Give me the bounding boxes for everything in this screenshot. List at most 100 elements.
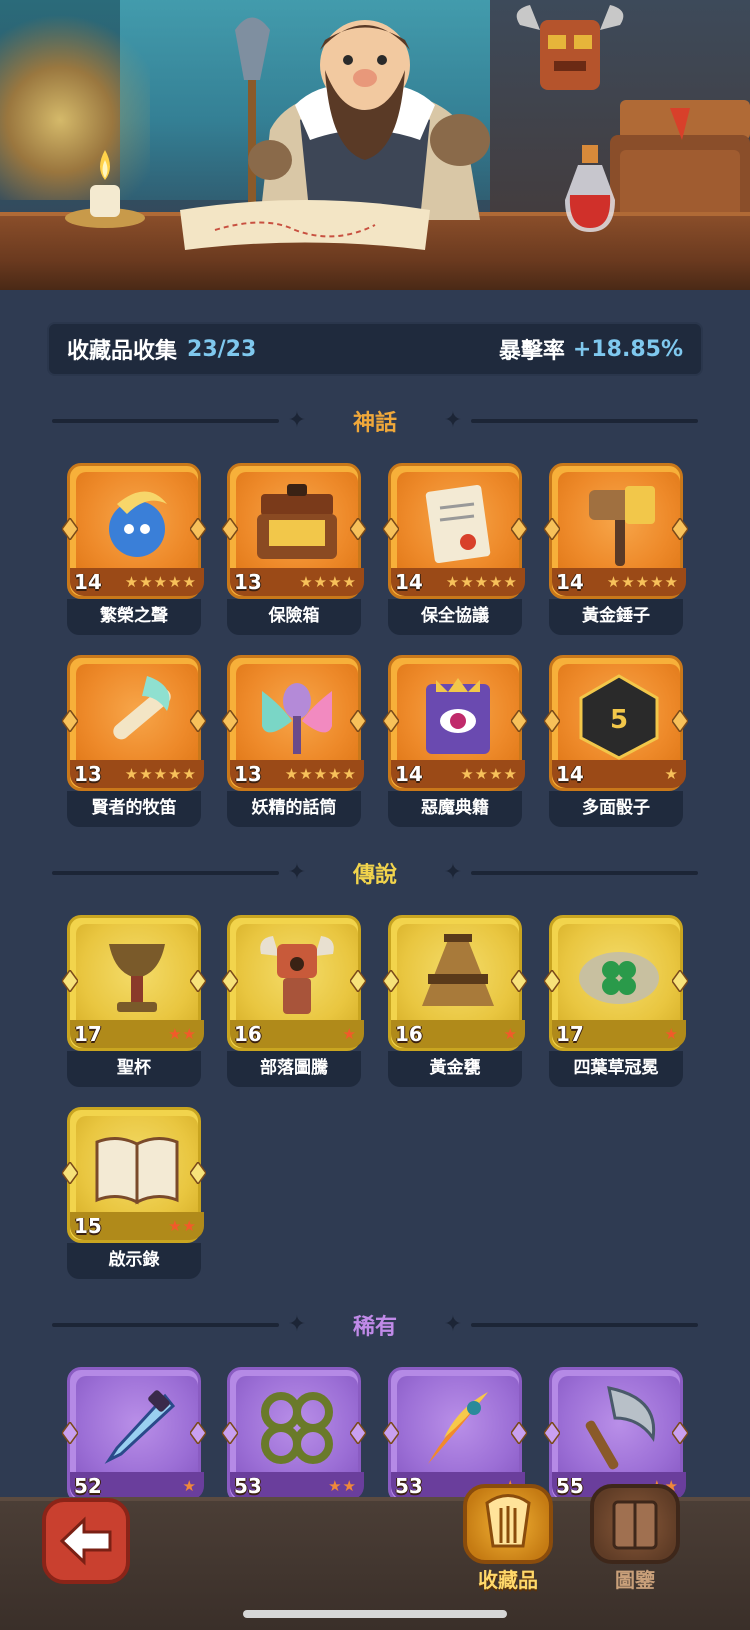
diamond-gem-icon [190, 710, 206, 732]
tab-codex[interactable]: 圖鑒 [585, 1484, 685, 1594]
star-icon: ★ [168, 1025, 182, 1043]
diamond-gem-icon [222, 518, 238, 540]
level-strip: 53 ★ ★ [230, 1472, 364, 1500]
star-rating: ★ [108, 1477, 200, 1495]
item-frame: 16 ★ [222, 915, 366, 1051]
item-level: 13 [234, 570, 262, 594]
diamond-gem-icon [62, 1422, 78, 1444]
red-potion-icon [565, 145, 615, 232]
star-rating: ★ ★ ★ ★ ★ [108, 765, 200, 783]
mythic-item-card[interactable]: 5 14 ★ 多面骰子 [544, 655, 688, 827]
divider-line [471, 871, 699, 875]
diamond-gem-icon [222, 710, 238, 732]
divider-line [471, 1323, 699, 1327]
mythic-item-card[interactable]: 14 ★ ★ ★ ★ ★ 繁榮之聲 [62, 463, 206, 635]
diamond-gem-icon [350, 1422, 366, 1444]
diamond-gem-icon [511, 518, 527, 540]
star-icon: ★ [503, 765, 517, 783]
mythic-item-card[interactable]: 13 ★ ★ ★ ★ 保險箱 [222, 463, 366, 635]
legend-item-card[interactable]: 17 ★ ★ 聖杯 [62, 915, 206, 1087]
star-icon: ★ [168, 1217, 182, 1235]
open-book-icon [95, 1137, 179, 1205]
item-name: 惡魔典籍 [388, 791, 522, 827]
item-frame: 14 ★ ★ ★ ★ ★ [383, 463, 527, 599]
collection-count: 23/23 [187, 336, 257, 362]
star-icon: ★ [328, 765, 342, 783]
star-rating: ★ ★ ★ ★ [268, 573, 360, 591]
star-icon: ★ [342, 573, 356, 591]
star-rating: ★ [590, 765, 682, 783]
item-name: 保全協議 [388, 599, 522, 635]
star-icon: ★ [182, 1477, 196, 1495]
legend-item-card[interactable]: 17 ★ 四葉草冠冕 [544, 915, 688, 1087]
item-name: 賢者的牧笛 [67, 791, 201, 827]
diamond-gem-icon [544, 1422, 560, 1444]
level-strip: 14 ★ ★ ★ ★ ★ [70, 568, 204, 596]
item-level: 16 [234, 1022, 262, 1046]
divider-line [52, 419, 279, 423]
diamond-gem-icon [511, 970, 527, 992]
star-icon: ★ [153, 765, 168, 783]
diamond-gem-icon [190, 518, 206, 540]
fairy-microphone-icon [262, 683, 332, 754]
treasure-map-icon [180, 200, 430, 250]
star-icon: ★ [503, 1025, 517, 1043]
diamond-gem-icon [544, 518, 560, 540]
star-icon: ★ [124, 573, 139, 591]
item-level: 14 [556, 762, 584, 786]
diamond-gem-icon [383, 1422, 399, 1444]
star-icon: ★ [182, 1217, 196, 1235]
diamond-gem-icon [511, 710, 527, 732]
star-icon: ★ [664, 573, 678, 591]
battle-axe-icon [585, 1386, 656, 1470]
back-button[interactable] [42, 1498, 130, 1584]
legend-item-card[interactable]: 16 ★ 黃金甕 [383, 915, 527, 1087]
diamond-gem-icon [672, 970, 688, 992]
item-name: 黃金錘子 [549, 599, 683, 635]
star-icon: ★ [124, 765, 139, 783]
star-rating: ★★ [108, 1217, 200, 1235]
item-frame: 55★★ [544, 1367, 688, 1503]
star-icon: ★ [299, 573, 313, 591]
diamond-gem-icon [222, 1422, 238, 1444]
item-frame: 5 14 ★ [544, 655, 688, 791]
tab-collection[interactable]: 收藏品 [458, 1484, 558, 1594]
legend-item-card[interactable]: 15 ★ ★ 啟示錄 [62, 1107, 206, 1279]
item-frame: 52 ★ [62, 1367, 206, 1503]
star-rating: ★ [590, 1025, 682, 1043]
item-frame: 14 ★ ★ ★ ★ ★ [62, 463, 206, 599]
tab-collection-label: 收藏品 [478, 1568, 538, 1592]
divider-line [52, 1323, 279, 1327]
star-icon: ★ [328, 1477, 342, 1495]
diamond-gem-icon [350, 518, 366, 540]
collection-stats-bar: 收藏品收集 23/23 暴擊率 +18.85% [47, 322, 703, 376]
item-level: 16 [395, 1022, 423, 1046]
mythic-item-card[interactable]: 14 ★ ★ ★ ★ ★ 保全協議 [383, 463, 527, 635]
star-icon: ★ [460, 573, 474, 591]
star-icon: ★ [182, 1025, 196, 1043]
golden-hammer-icon [589, 486, 655, 566]
section-header-rare: ✦ 稀有 ✦ [52, 1310, 699, 1340]
star-rating: ★ ★ ★ ★ ★ [108, 573, 200, 591]
item-level: 14 [395, 570, 423, 594]
thorn-vine-icon [261, 1392, 333, 1464]
star-icon: ★ [503, 573, 517, 591]
mythic-item-card[interactable]: 14 ★ ★ ★ ★ ★ 黃金錘子 [544, 463, 688, 635]
candle-icon [65, 150, 145, 228]
diamond-gem-icon [190, 1162, 206, 1184]
mythic-item-card[interactable]: 14 ★ ★ ★ ★ 惡魔典籍 [383, 655, 527, 827]
star-icon: ★ [445, 573, 460, 591]
demon-tome-icon [426, 678, 490, 754]
mythic-item-card[interactable]: 13 ★ ★ ★ ★ ★ 賢者的牧笛 [62, 655, 206, 827]
item-level: 17 [74, 1022, 102, 1046]
item-name: 多面骰子 [549, 791, 683, 827]
level-strip: 15 ★ ★ [70, 1212, 204, 1240]
star-icon: ★ [168, 765, 182, 783]
sparkle-icon: ✦ [287, 1312, 307, 1337]
star-rating: ★★ [268, 1477, 360, 1495]
legend-item-card[interactable]: 16 ★ 部落圖騰 [222, 915, 366, 1087]
divider-line [52, 871, 279, 875]
mythic-item-card[interactable]: 13 ★ ★ ★ ★ ★ 妖精的話筒 [222, 655, 366, 827]
diamond-gem-icon [350, 710, 366, 732]
star-icon: ★ [342, 1477, 356, 1495]
